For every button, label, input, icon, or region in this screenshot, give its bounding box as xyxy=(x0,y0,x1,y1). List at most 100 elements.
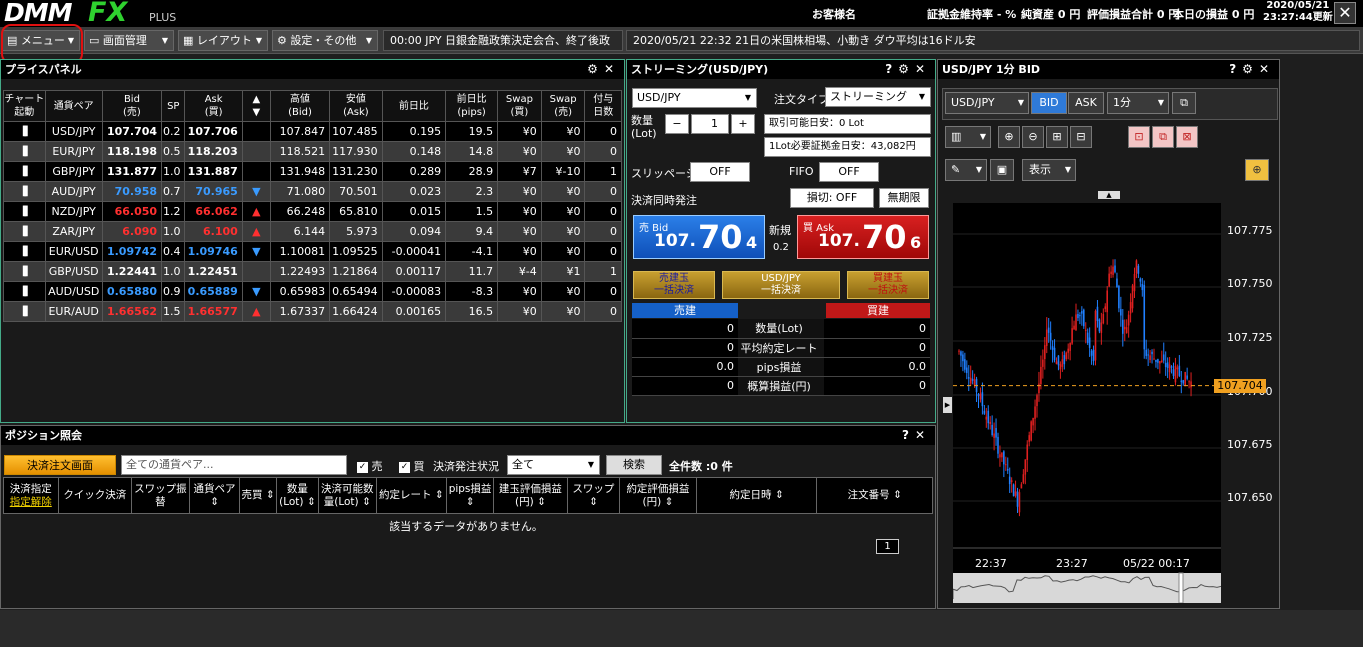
chart-launch-icon[interactable]: ▐▌ xyxy=(3,181,46,202)
pair-bulk-close-button[interactable]: USD/JPY 一括決済 xyxy=(722,271,840,299)
ask-cell[interactable]: 0.65889 xyxy=(184,281,243,302)
bid-cell[interactable]: 1.22441 xyxy=(101,261,163,282)
chart-type-select[interactable]: ▥ ▼ xyxy=(945,126,991,148)
chart-pair-select[interactable]: USD/JPY ▼ xyxy=(945,92,1029,114)
ask-cell[interactable]: 6.100 xyxy=(184,221,243,242)
display-select[interactable]: 表示 ▼ xyxy=(1022,159,1076,181)
bid-cell[interactable]: 0.65880 xyxy=(101,281,163,302)
help-icon[interactable]: ? xyxy=(1229,62,1242,76)
draw-tool-select[interactable]: ✎ ▼ xyxy=(945,159,987,181)
price-row[interactable]: ▐▌ AUD/USD 0.65880 0.9 0.65889 ▼ 0.65983 0.6549… xyxy=(3,281,622,302)
ask-cell[interactable]: 70.965 xyxy=(184,181,243,202)
zoom-in-icon[interactable]: ⊕ xyxy=(998,126,1020,148)
expand-side-icon[interactable]: ▶ xyxy=(943,397,952,413)
price-row[interactable]: ▐▌ GBP/USD 1.22441 1.0 1.22451 1.22493 1.21864… xyxy=(3,261,622,282)
position-col-header[interactable]: 約定日時 ⇕ xyxy=(695,477,818,514)
zoom-out-icon[interactable]: ⊖ xyxy=(1022,126,1044,148)
sell-filter-checkbox[interactable]: ✓ 売 xyxy=(357,458,383,474)
position-col-header[interactable]: 約定レート ⇕ xyxy=(375,477,447,514)
buy-filter-checkbox[interactable]: ✓ 買 xyxy=(399,458,425,474)
collapse-toolbar-icon[interactable]: ▲ xyxy=(1098,191,1120,199)
search-button[interactable]: 検索 xyxy=(606,455,662,475)
split-window-icon[interactable]: ⊞ xyxy=(1046,126,1068,148)
bid-sell-button[interactable]: 売 Bid 107. 70 4 xyxy=(633,215,765,259)
stoploss-button[interactable]: 損切: OFF xyxy=(790,188,874,208)
close-icon[interactable]: ✕ xyxy=(915,62,931,76)
chart-launch-icon[interactable]: ▐▌ xyxy=(3,121,46,142)
chart-launch-icon[interactable]: ▐▌ xyxy=(3,241,46,262)
ask-cell[interactable]: 1.09746 xyxy=(184,241,243,262)
link-icon[interactable]: ⧉ xyxy=(1172,92,1196,114)
ask-cell[interactable]: 1.22451 xyxy=(184,261,243,282)
order-type-select[interactable]: ストリーミング ▼ xyxy=(825,87,931,107)
quantity-input[interactable]: 1 xyxy=(691,114,729,134)
price-row[interactable]: ▐▌ NZD/JPY 66.050 1.2 66.062 ▲ 66.248 65.810 0.0… xyxy=(3,201,622,222)
position-col-header[interactable]: 決済可能数量(Lot) ⇕ xyxy=(317,477,377,514)
gear-icon[interactable]: ⚙ xyxy=(898,62,915,76)
close-icon[interactable]: ✕ xyxy=(604,62,620,76)
ask-buy-button[interactable]: 買 Ask 107. 70 6 xyxy=(797,215,929,259)
screenshot-icon[interactable]: ▣ xyxy=(990,159,1014,181)
settle-status-select[interactable]: 全て ▼ xyxy=(507,455,600,475)
position-col-header[interactable]: 数量(Lot) ⇕ xyxy=(275,477,319,514)
bid-cell[interactable]: 66.050 xyxy=(101,201,163,222)
chart-launch-icon[interactable]: ▐▌ xyxy=(3,221,46,242)
ask-cell[interactable]: 118.203 xyxy=(184,141,243,162)
bid-cell[interactable]: 131.877 xyxy=(101,161,163,182)
chart-launch-icon[interactable]: ▐▌ xyxy=(3,301,46,322)
chart-interval-select[interactable]: 1分 ▼ xyxy=(1107,92,1169,114)
price-row[interactable]: ▐▌ EUR/JPY 118.198 0.5 118.203 118.521 117.930… xyxy=(3,141,622,162)
price-row[interactable]: ▐▌ USD/JPY 107.704 0.2 107.706 107.847 107.485… xyxy=(3,121,622,142)
ask-cell[interactable]: 131.887 xyxy=(184,161,243,182)
chart-bid-button[interactable]: BID xyxy=(1031,92,1067,114)
designate-clear-link[interactable]: 指定解除 xyxy=(10,496,52,508)
chart-launch-icon[interactable]: ▐▌ xyxy=(3,161,46,182)
slippage-toggle[interactable]: OFF xyxy=(690,162,750,182)
position-col-header[interactable]: スワップ振替 xyxy=(131,477,190,514)
bid-cell[interactable]: 1.09742 xyxy=(101,241,163,262)
price-row[interactable]: ▐▌ ZAR/JPY 6.090 1.0 6.100 ▲ 6.144 5.973 0.094 9.… xyxy=(3,221,622,242)
add-indicator-icon[interactable]: ⊡ xyxy=(1128,126,1150,148)
gear-icon[interactable]: ⚙ xyxy=(587,62,604,76)
buy-bulk-close-button[interactable]: 買建玉 一括決済 xyxy=(847,271,929,299)
page-number[interactable]: 1 xyxy=(876,539,899,554)
position-col-header[interactable]: 注文番号 ⇕ xyxy=(816,477,933,514)
settings-button[interactable]: ⚙ 設定・その他 ▼ xyxy=(272,30,378,51)
ask-cell[interactable]: 1.66577 xyxy=(184,301,243,322)
quantity-minus-button[interactable]: − xyxy=(665,114,689,134)
position-col-header[interactable]: 決済指定 指定解除 xyxy=(3,477,59,514)
position-col-header[interactable]: 通貨ペア ⇕ xyxy=(188,477,241,514)
price-row[interactable]: ▐▌ EUR/USD 1.09742 0.4 1.09746 ▼ 1.10081 1.0952… xyxy=(3,241,622,262)
position-col-header[interactable]: 売買 ⇕ xyxy=(239,477,277,514)
price-row[interactable]: ▐▌ AUD/JPY 70.958 0.7 70.965 ▼ 71.080 70.501 0.0… xyxy=(3,181,622,202)
fifo-toggle[interactable]: OFF xyxy=(819,162,879,182)
bid-cell[interactable]: 70.958 xyxy=(101,181,163,202)
navigator-handle[interactable] xyxy=(1178,572,1184,603)
news-ticker-1[interactable]: 00:00 JPY 日銀金融政策決定会合、終了後政 xyxy=(383,30,623,51)
chart-ask-button[interactable]: ASK xyxy=(1068,92,1104,114)
bid-cell[interactable]: 1.66562 xyxy=(101,301,163,322)
bid-cell[interactable]: 107.704 xyxy=(101,121,163,142)
help-icon[interactable]: ? xyxy=(902,428,915,442)
ask-cell[interactable]: 66.062 xyxy=(184,201,243,222)
close-icon[interactable]: ✕ xyxy=(915,428,931,442)
expiry-button[interactable]: 無期限 xyxy=(879,188,929,208)
crosshair-icon[interactable]: ⊕ xyxy=(1245,159,1269,181)
copy-indicator-icon[interactable]: ⧉ xyxy=(1152,126,1174,148)
pair-filter-input[interactable]: 全ての通貨ペア... xyxy=(121,455,347,475)
position-col-header[interactable]: 約定評価損益(円) ⇕ xyxy=(619,477,697,514)
news-ticker-2[interactable]: 2020/05/21 22:32 21日の米国株相場、小動き ダウ平均は16ドル… xyxy=(626,30,1360,51)
bid-cell[interactable]: 6.090 xyxy=(101,221,163,242)
chart-launch-icon[interactable]: ▐▌ xyxy=(3,141,46,162)
close-icon[interactable]: ✕ xyxy=(1259,62,1275,76)
layout-button[interactable]: ▦ レイアウト ▼ xyxy=(178,30,268,51)
subwindow-icon[interactable]: ⊟ xyxy=(1070,126,1092,148)
chart-launch-icon[interactable]: ▐▌ xyxy=(3,261,46,282)
price-row[interactable]: ▐▌ GBP/JPY 131.877 1.0 131.887 131.948 131.230… xyxy=(3,161,622,182)
pair-select[interactable]: USD/JPY ▼ xyxy=(632,88,757,108)
candlestick-chart[interactable]: 22:37 23:27 05/22 00:17 xyxy=(953,203,1221,603)
chart-launch-icon[interactable]: ▐▌ xyxy=(3,201,46,222)
bid-cell[interactable]: 118.198 xyxy=(101,141,163,162)
position-col-header[interactable]: スワップ ⇕ xyxy=(566,477,621,514)
position-col-header[interactable]: クイック決済 xyxy=(57,477,133,514)
